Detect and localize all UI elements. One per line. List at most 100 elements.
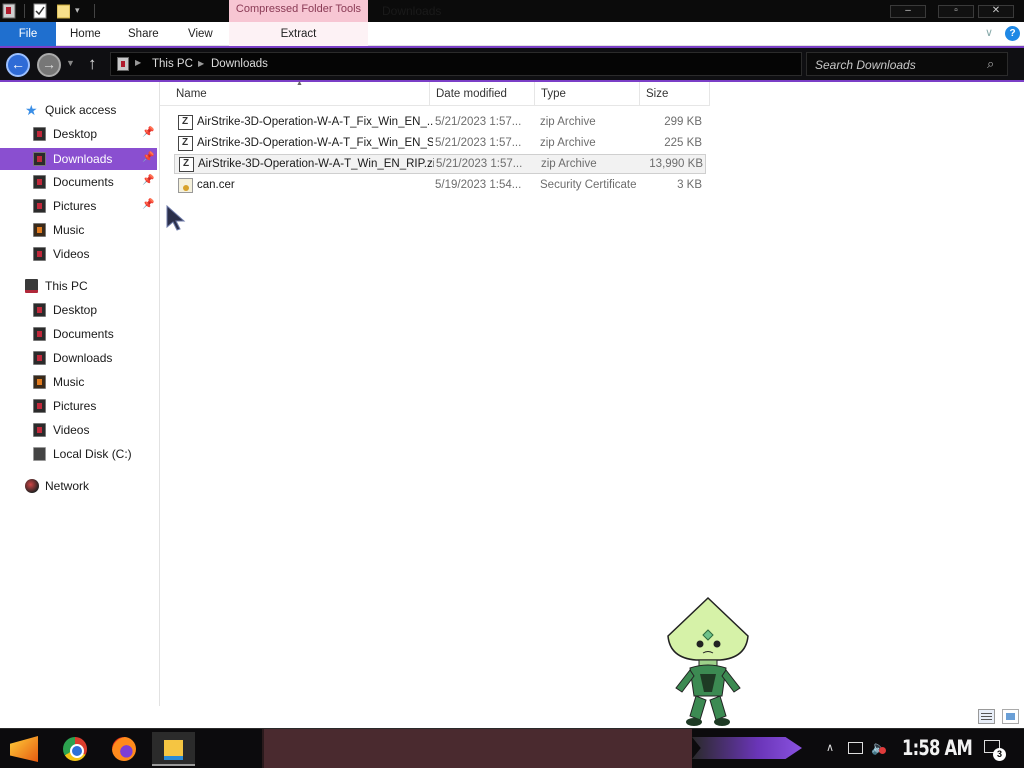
app-icon[interactable] xyxy=(2,3,16,19)
tab-view[interactable]: View xyxy=(188,22,213,46)
address-bar[interactable]: ▶ This PC ▶ Downloads xyxy=(110,52,802,76)
minimize-button[interactable]: – xyxy=(890,5,926,18)
nav-pc-music[interactable]: Music xyxy=(0,371,157,393)
taskbar-empty-area[interactable] xyxy=(262,729,692,768)
notification-count-badge: 3 xyxy=(993,748,1006,761)
nav-quick-videos[interactable]: Videos xyxy=(0,243,157,265)
help-icon[interactable]: ? xyxy=(1005,26,1020,41)
nav-pc-videos[interactable]: Videos xyxy=(0,419,157,441)
nav-quick-pictures[interactable]: Pictures 📌 xyxy=(0,195,157,217)
nav-label: Quick access xyxy=(45,103,117,117)
tab-share[interactable]: Share xyxy=(128,22,159,46)
clock[interactable]: 1:58 AM xyxy=(902,736,973,760)
nav-quick-access[interactable]: ★ Quick access xyxy=(0,99,157,121)
file-type: Security Certificate xyxy=(540,179,637,191)
nav-label: Videos xyxy=(53,247,90,261)
nav-label: Documents xyxy=(53,327,114,341)
search-icon[interactable]: ⌕ xyxy=(987,56,994,72)
nav-pc-pictures[interactable]: Pictures xyxy=(0,395,157,417)
star-icon: ★ xyxy=(25,102,38,118)
nav-pc-desktop[interactable]: Desktop xyxy=(0,299,157,321)
nav-pc-documents[interactable]: Documents xyxy=(0,323,157,345)
nav-label: Desktop xyxy=(53,303,98,317)
file-row[interactable]: can.cer 5/19/2023 1:54... Security Certi… xyxy=(174,176,706,196)
up-button[interactable]: ↑ xyxy=(88,54,97,74)
start-button[interactable] xyxy=(10,736,38,762)
nav-pc-downloads[interactable]: Downloads xyxy=(0,347,157,369)
window-title: Downloads xyxy=(382,4,442,18)
tab-file[interactable]: File xyxy=(0,22,56,46)
breadcrumb-this-pc[interactable]: This PC xyxy=(152,58,193,70)
pictures-folder-icon xyxy=(33,199,46,213)
breadcrumb-separator-icon[interactable]: ▶ xyxy=(135,58,141,67)
column-header-type[interactable]: Type xyxy=(535,82,640,106)
nav-label: Videos xyxy=(53,423,90,437)
music-folder-icon xyxy=(33,223,46,237)
nav-network[interactable]: Network xyxy=(0,475,157,497)
file-row[interactable]: AirStrike-3D-Operation-W-A-T_Fix_Win_EN_… xyxy=(174,113,706,133)
properties-icon[interactable] xyxy=(33,3,47,19)
network-icon xyxy=(25,479,39,493)
column-headers: Name Date modified Type Size xyxy=(160,82,710,106)
chrome-icon[interactable] xyxy=(63,737,87,761)
zip-icon xyxy=(179,157,194,172)
network-tray-icon[interactable] xyxy=(848,742,863,754)
nav-label: Network xyxy=(45,479,90,493)
file-date: 5/19/2023 1:54... xyxy=(435,179,522,191)
nav-label: Pictures xyxy=(53,399,97,413)
tab-extract[interactable]: Extract xyxy=(229,22,368,46)
nav-label: Desktop xyxy=(53,127,98,141)
back-button[interactable]: ← xyxy=(6,53,30,77)
file-explorer-icon[interactable] xyxy=(152,732,195,766)
nav-quick-documents[interactable]: Documents 📌 xyxy=(0,171,157,193)
large-icons-view-button[interactable] xyxy=(1002,709,1019,724)
muted-indicator-icon xyxy=(879,747,886,754)
firefox-icon[interactable] xyxy=(112,737,136,761)
recent-locations-icon[interactable]: ▼ xyxy=(66,58,75,68)
expand-ribbon-icon[interactable]: ∨ xyxy=(985,26,993,39)
nav-label: Downloads xyxy=(53,351,113,365)
nav-label: Music xyxy=(53,223,85,237)
forward-button[interactable]: → xyxy=(37,53,61,77)
file-row-selected[interactable]: AirStrike-3D-Operation-W-A-T_Win_EN_RIP.… xyxy=(174,154,706,174)
new-folder-icon[interactable] xyxy=(56,3,71,19)
nav-label: Local Disk (C:) xyxy=(53,447,132,461)
desktop-folder-icon xyxy=(33,303,46,317)
documents-folder-icon xyxy=(33,175,46,189)
column-header-size[interactable]: Size xyxy=(640,82,710,106)
nav-pc-local-disk[interactable]: Local Disk (C:) xyxy=(0,443,157,465)
search-placeholder[interactable]: Search Downloads xyxy=(815,58,916,72)
nav-this-pc[interactable]: This PC xyxy=(0,275,157,297)
nav-label: Downloads xyxy=(53,152,113,166)
file-type: zip Archive xyxy=(540,116,596,128)
pin-icon: 📌 xyxy=(142,199,155,210)
nav-quick-desktop[interactable]: Desktop 📌 xyxy=(0,123,157,145)
show-hidden-icons-chevron-icon[interactable]: ∧ xyxy=(826,741,834,754)
context-tab-title: Compressed Folder Tools xyxy=(229,0,368,22)
file-date: 5/21/2023 1:57... xyxy=(436,158,523,170)
nav-quick-music[interactable]: Music xyxy=(0,219,157,241)
file-name: AirStrike-3D-Operation-W-A-T_Fix_Win_EN_… xyxy=(197,116,433,128)
file-date: 5/21/2023 1:57... xyxy=(435,137,522,149)
file-type: zip Archive xyxy=(541,158,597,170)
ribbon-tabs: File Home Share View Extract ∨ ? xyxy=(0,22,1024,46)
details-view-button[interactable] xyxy=(978,709,995,724)
computer-icon xyxy=(25,279,38,293)
certificate-icon xyxy=(178,178,193,193)
column-header-date-modified[interactable]: Date modified xyxy=(430,82,535,106)
breadcrumb-downloads[interactable]: Downloads xyxy=(211,58,268,70)
quick-access-toolbar-dropdown-icon[interactable]: ▾ xyxy=(75,5,87,21)
breadcrumb-separator-icon[interactable]: ▶ xyxy=(198,59,204,68)
maximize-button[interactable]: ▫ xyxy=(938,5,974,18)
pictures-folder-icon xyxy=(33,399,46,413)
close-button[interactable]: ✕ xyxy=(978,5,1014,18)
file-name: can.cer xyxy=(197,179,235,191)
tab-home[interactable]: Home xyxy=(70,22,101,46)
nav-quick-downloads[interactable]: Downloads 📌 xyxy=(0,148,157,170)
nav-label: This PC xyxy=(45,279,88,293)
pin-icon: 📌 xyxy=(142,127,155,138)
file-name: AirStrike-3D-Operation-W-A-T_Fix_Win_EN_… xyxy=(197,137,433,149)
videos-folder-icon xyxy=(33,423,46,437)
file-row[interactable]: AirStrike-3D-Operation-W-A-T_Fix_Win_EN_… xyxy=(174,134,706,154)
search-box[interactable]: Search Downloads ⌕ xyxy=(806,52,1008,76)
